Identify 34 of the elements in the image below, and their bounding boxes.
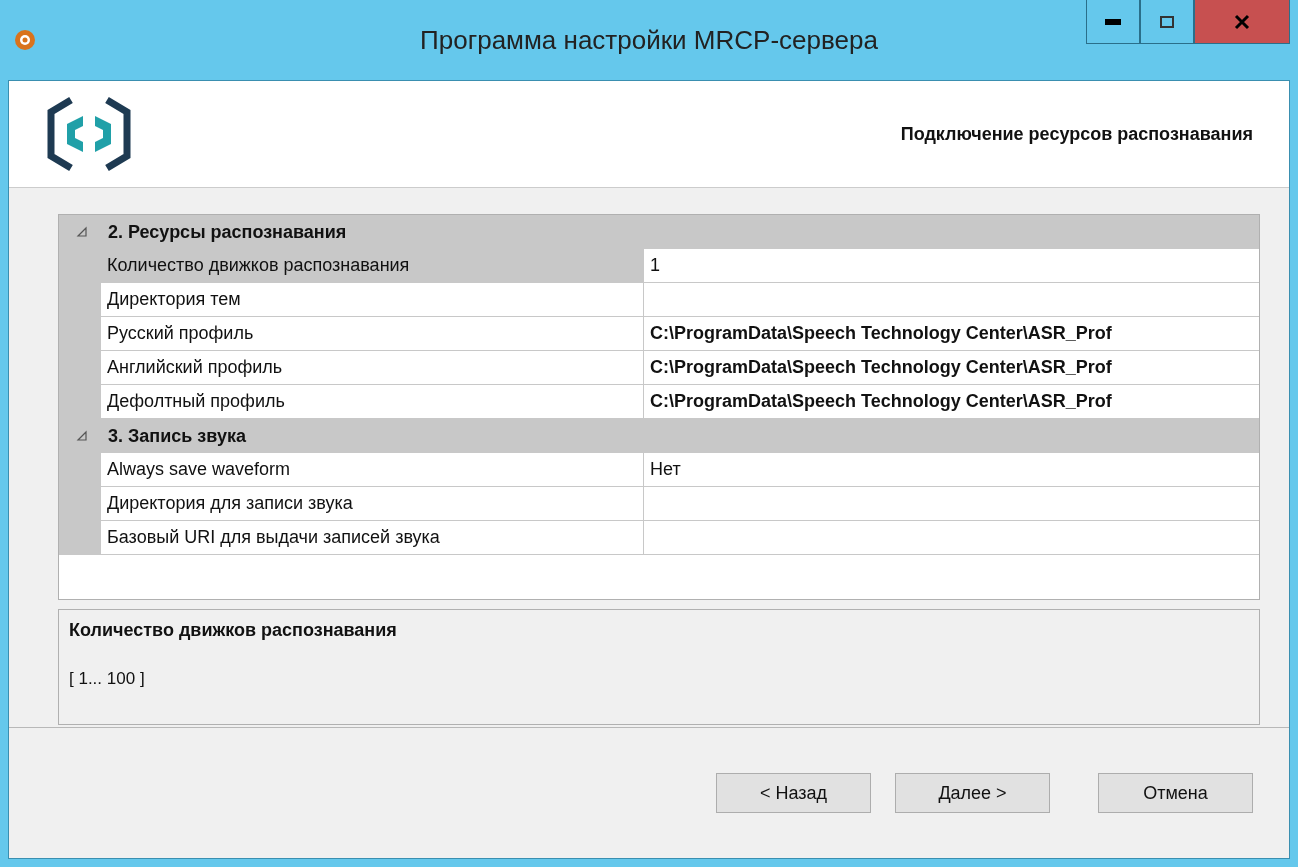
dialog-button[interactable]: Отмена [1098,773,1253,813]
dialog-button[interactable]: Далее > [895,773,1050,813]
window-title: Программа настройки MRCP-сервера [419,24,879,56]
property-name[interactable]: Директория тем [101,283,644,317]
collapse-icon[interactable] [76,226,88,238]
description-text: [ 1... 100 ] [69,669,146,689]
description-title: Количество движков распознавания [69,620,398,641]
maximize-icon [1160,15,1174,28]
dialog-button[interactable]: < Назад [716,773,871,813]
property-value[interactable]: C:\ProgramData\Speech Technology Center\ASR_Prof [644,351,1259,385]
category-row[interactable]: 3. Запись звука [59,419,1259,453]
property-value[interactable]: C:\ProgramData\Speech Technology Center\ASR_Prof [644,317,1259,351]
logo-icon [47,96,131,172]
property-value[interactable]: 1 [644,249,1259,283]
property-name[interactable]: Базовый URI для выдачи записей звука [101,521,644,555]
close-button[interactable] [1194,0,1290,44]
app-icon [14,29,36,51]
property-name[interactable]: Директория для записи звука [101,487,644,521]
category-row[interactable]: 2. Ресурсы распознавания [59,215,1259,249]
category-title: 2. Ресурсы распознавания [108,221,347,243]
category-title: 3. Запись звука [108,425,246,447]
property-name[interactable]: Русский профиль [101,317,644,351]
property-name[interactable]: Always save waveform [101,453,644,487]
collapse-icon[interactable] [76,430,88,442]
maximize-button[interactable] [1140,0,1194,44]
close-icon [1234,13,1250,30]
minimize-icon [1105,18,1121,25]
property-name[interactable]: Английский профиль [101,351,644,385]
property-value[interactable]: Нет [644,453,1259,487]
page-heading: Подключение ресурсов распознавания [900,123,1253,145]
minimize-button[interactable] [1086,0,1140,44]
property-name[interactable]: Дефолтный профиль [101,385,644,419]
row-gutter [59,521,101,555]
property-name[interactable]: Количество движков распознавания [101,249,644,283]
